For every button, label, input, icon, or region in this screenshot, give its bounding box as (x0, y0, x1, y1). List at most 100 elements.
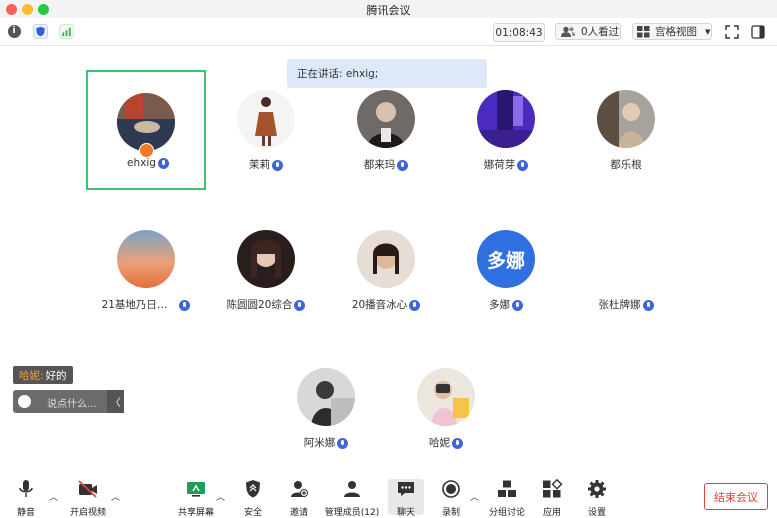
signal-icon (58, 23, 74, 39)
security-label: 安全 (243, 508, 262, 518)
people-icon (561, 26, 575, 37)
window-title: 腾讯会议 (366, 4, 411, 17)
mic-on-icon (409, 299, 421, 311)
add-person-icon (291, 481, 308, 497)
dropdown-caret-icon: ▼ (705, 27, 711, 36)
top-toolbar: i 01:08:43 0人看过 宫格视图 ▼ (0, 19, 777, 46)
record-options-caret-icon[interactable]: ︿ (470, 490, 479, 503)
gear-icon (588, 480, 606, 498)
chat-label: 聊天 (396, 508, 415, 518)
mute-button[interactable]: 静音 (0, 479, 52, 518)
avatar (237, 230, 295, 288)
share-options-caret-icon[interactable]: ︿ (216, 490, 225, 503)
chat-message-text: 好的 (45, 369, 67, 382)
camera-off-icon (78, 480, 97, 498)
chat-message-bubble: 哈妮: 好的 (13, 366, 73, 384)
info-icon: i (7, 24, 21, 38)
manage-members-button[interactable]: 管理成员(12) (322, 479, 382, 518)
chat-button[interactable]: 聊天 (388, 479, 424, 518)
participant-tile[interactable]: 茉莉 (206, 70, 326, 190)
meeting-info-button[interactable]: i (6, 23, 22, 39)
mute-label: 静音 (16, 508, 35, 518)
security-status-button[interactable] (32, 23, 48, 39)
settings-label: 设置 (587, 508, 606, 518)
participant-tile-ehxig[interactable]: ehxig (86, 70, 206, 190)
avatar (357, 230, 415, 288)
participant-name: 茉莉 (206, 157, 326, 172)
participant-tile[interactable]: 哈妮 (386, 348, 506, 468)
avatar (297, 368, 355, 426)
security-button[interactable]: 安全 (227, 479, 279, 518)
participant-name: 哈妮 (386, 435, 506, 450)
record-label: 录制 (441, 508, 460, 518)
avatar (237, 90, 295, 148)
participant-tile[interactable]: 陈圆圆20综合 (206, 210, 326, 330)
mic-on-icon (272, 159, 283, 171)
chat-bubble-icon (398, 482, 414, 496)
shield-icon (32, 23, 48, 39)
fullscreen-icon[interactable] (725, 25, 739, 39)
audio-options-caret-icon[interactable]: ︿ (49, 490, 58, 503)
avatar-initials: 多娜 (477, 230, 535, 288)
avatar (477, 90, 535, 148)
participant-tile[interactable]: 多娜 多娜 (446, 210, 566, 330)
viewers-button[interactable]: 0人看过 (555, 23, 621, 40)
avatar (117, 230, 175, 288)
participant-name: 张杜牌娜 (566, 297, 686, 312)
mic-on-icon (294, 299, 306, 311)
participant-name: 都乐根 (610, 159, 642, 171)
mic-on-icon (512, 299, 523, 311)
mic-on-icon (337, 437, 349, 449)
mic-on-icon (157, 157, 169, 169)
timer-text: 01:08:43 (495, 26, 543, 39)
mic-on-icon (642, 299, 654, 311)
participant-name: 都来玛 (326, 157, 446, 172)
participant-name: 21基地乃日… (86, 297, 206, 312)
participant-tile[interactable]: 张杜牌娜 (566, 210, 686, 330)
mic-on-icon (179, 299, 191, 311)
mic-on-icon (517, 159, 529, 171)
breakout-icon (498, 480, 516, 497)
shield-icon (246, 480, 260, 498)
share-screen-label: 共享屏幕 (177, 508, 214, 518)
members-icon (344, 481, 360, 497)
invite-button[interactable]: 邀请 (273, 479, 325, 518)
chat-sender: 哈妮: (19, 369, 44, 382)
video-options-caret-icon[interactable]: ︿ (111, 490, 120, 503)
start-video-label: 开启视频 (69, 508, 106, 518)
invite-label: 邀请 (289, 508, 308, 518)
meeting-timer: 01:08:43 (493, 23, 545, 42)
chat-input-placeholder: 说点什么... (47, 399, 97, 410)
emoji-icon[interactable] (18, 395, 31, 408)
avatar (417, 368, 475, 426)
end-meeting-button[interactable]: 结束会议 (704, 483, 768, 510)
view-mode-label: 宫格视图 (655, 26, 697, 38)
mic-on-icon (397, 159, 409, 171)
sidebar-toggle-icon[interactable] (751, 25, 765, 39)
participant-tile[interactable]: 都来玛 (326, 70, 446, 190)
participant-tile[interactable]: 20播音冰心 (326, 210, 446, 330)
chat-input-box[interactable]: 说点什么... 〈 (13, 390, 124, 413)
avatar (357, 90, 415, 148)
participant-tile[interactable]: 21基地乃日… (86, 210, 206, 330)
participant-name: 陈圆圆20综合 (206, 297, 326, 312)
avatar (597, 90, 655, 148)
participant-name: 娜荷芽 (446, 157, 566, 172)
apps-grid-icon (543, 478, 563, 498)
share-screen-button[interactable]: 共享屏幕 (170, 479, 222, 518)
participant-tile[interactable]: 阿米娜 (266, 348, 386, 468)
mic-on-icon (452, 437, 463, 449)
settings-button[interactable]: 设置 (571, 479, 623, 518)
participant-tile[interactable]: 娜荷芽 (446, 70, 566, 190)
start-video-button[interactable]: 开启视频 (62, 479, 114, 518)
participant-name: 20播音冰心 (326, 297, 446, 312)
participant-tile[interactable]: 都乐根 (566, 70, 686, 190)
share-screen-icon (187, 482, 205, 497)
end-meeting-label: 结束会议 (714, 490, 758, 504)
microphone-icon (19, 480, 33, 497)
viewers-text: 0人看过 (581, 26, 620, 38)
collapse-chat-icon[interactable]: 〈 (107, 390, 124, 413)
participant-name: ehxig (88, 157, 208, 169)
network-status-button[interactable] (58, 23, 74, 39)
view-mode-dropdown[interactable]: 宫格视图 ▼ (632, 23, 712, 40)
